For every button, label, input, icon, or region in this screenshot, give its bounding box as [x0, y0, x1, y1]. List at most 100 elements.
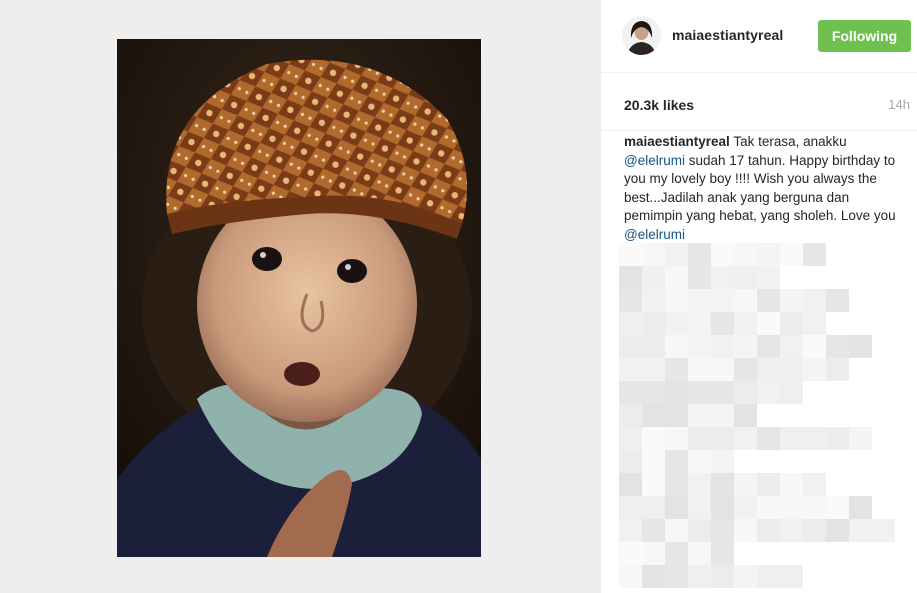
redaction-block	[734, 289, 757, 312]
redaction-block	[619, 404, 642, 427]
redaction-block	[734, 358, 757, 381]
redaction-block	[734, 473, 757, 496]
redaction-block	[780, 381, 803, 404]
redaction-block	[665, 404, 688, 427]
redaction-block	[665, 427, 688, 450]
redaction-block	[619, 565, 642, 588]
redaction-block	[642, 519, 665, 542]
post-viewer: maiaestiantyreal Following 20.3k likes 1…	[0, 0, 917, 593]
redaction-block	[642, 335, 665, 358]
redaction-block	[780, 473, 803, 496]
redaction-block	[619, 496, 642, 519]
redaction-block	[757, 289, 780, 312]
redaction-block	[872, 519, 895, 542]
redaction-block	[757, 565, 780, 588]
redaction-block	[780, 289, 803, 312]
following-button[interactable]: Following	[818, 20, 911, 52]
redaction-block	[665, 358, 688, 381]
redaction-block	[688, 496, 711, 519]
redaction-block	[826, 427, 849, 450]
redaction-block	[734, 427, 757, 450]
redaction-block	[849, 427, 872, 450]
redaction-block	[665, 381, 688, 404]
redaction-block	[803, 243, 826, 266]
redaction-block	[803, 289, 826, 312]
username-link[interactable]: maiaestiantyreal	[672, 27, 783, 43]
redaction-block	[665, 266, 688, 289]
redaction-block	[619, 289, 642, 312]
redaction-block	[711, 289, 734, 312]
redaction-block	[826, 358, 849, 381]
redaction-block	[619, 243, 642, 266]
post-timestamp[interactable]: 14h	[888, 97, 910, 112]
redaction-block	[757, 496, 780, 519]
redaction-block	[688, 381, 711, 404]
redaction-block	[803, 335, 826, 358]
redaction-block	[780, 565, 803, 588]
redaction-block	[665, 243, 688, 266]
redaction-block	[780, 519, 803, 542]
redaction-block	[757, 427, 780, 450]
caption-mention-2[interactable]: @elelrumi	[624, 227, 685, 242]
redaction-block	[780, 243, 803, 266]
redaction-block	[665, 565, 688, 588]
redaction-block	[757, 243, 780, 266]
redaction-block	[803, 496, 826, 519]
redacted-comments-area	[619, 243, 917, 593]
redaction-block	[849, 519, 872, 542]
redaction-block	[642, 289, 665, 312]
redaction-block	[688, 565, 711, 588]
redaction-block	[849, 496, 872, 519]
redaction-block	[711, 358, 734, 381]
redaction-block	[711, 312, 734, 335]
caption-text-1: Tak terasa, anakku	[729, 134, 847, 149]
redaction-block	[688, 243, 711, 266]
redaction-block	[734, 243, 757, 266]
caption-username[interactable]: maiaestiantyreal	[624, 134, 730, 149]
redaction-block	[711, 473, 734, 496]
redaction-block	[619, 450, 642, 473]
avatar[interactable]	[622, 16, 661, 55]
media-pane	[0, 0, 600, 593]
redaction-block	[734, 266, 757, 289]
redaction-block	[642, 243, 665, 266]
profile-photo-icon	[622, 16, 661, 55]
redaction-block	[780, 496, 803, 519]
post-stats: 20.3k likes 14h	[601, 72, 917, 131]
redaction-block	[826, 289, 849, 312]
redaction-block	[688, 266, 711, 289]
redaction-block	[711, 496, 734, 519]
redaction-block	[642, 565, 665, 588]
redaction-block	[734, 335, 757, 358]
redaction-block	[642, 312, 665, 335]
redaction-block	[734, 381, 757, 404]
post-photo[interactable]	[117, 39, 481, 557]
redaction-block	[757, 358, 780, 381]
redaction-block	[849, 335, 872, 358]
redaction-block	[780, 335, 803, 358]
redaction-block	[688, 519, 711, 542]
likes-count[interactable]: 20.3k likes	[624, 97, 694, 113]
redaction-block	[688, 473, 711, 496]
redaction-block	[642, 496, 665, 519]
caption-mention-1[interactable]: @elelrumi	[624, 153, 685, 168]
redaction-block	[688, 542, 711, 565]
redaction-block	[642, 381, 665, 404]
redaction-block	[757, 312, 780, 335]
redaction-block	[780, 427, 803, 450]
redaction-block	[757, 519, 780, 542]
redaction-block	[826, 519, 849, 542]
redaction-block	[711, 450, 734, 473]
redaction-block	[688, 404, 711, 427]
redaction-block	[665, 473, 688, 496]
redaction-block	[711, 427, 734, 450]
redaction-block	[780, 312, 803, 335]
redaction-block	[619, 358, 642, 381]
redaction-block	[619, 473, 642, 496]
redaction-block	[757, 473, 780, 496]
redaction-block	[711, 404, 734, 427]
redaction-block	[688, 335, 711, 358]
redaction-block	[619, 266, 642, 289]
redaction-block	[780, 358, 803, 381]
redaction-block	[665, 289, 688, 312]
